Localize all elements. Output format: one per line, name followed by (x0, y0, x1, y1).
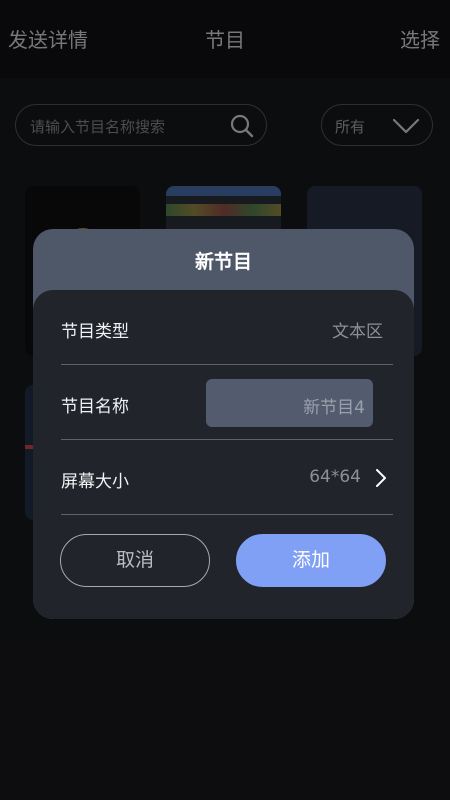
dialog-body: 节目类型 文本区 节目名称 新节目4 屏幕大小 64*64 取消 添加 (33, 290, 414, 619)
screen-size-label: 屏幕大小 (61, 472, 129, 492)
add-button[interactable]: 添加 (236, 534, 386, 587)
program-name-label: 节目名称 (61, 397, 129, 417)
program-name-input[interactable]: 新节目4 (206, 379, 373, 427)
divider (61, 514, 393, 515)
new-program-dialog: 新节目 节目类型 文本区 节目名称 新节目4 屏幕大小 64*64 取消 添加 (33, 229, 414, 619)
screen-size-row[interactable]: 屏幕大小 64*64 (61, 440, 393, 515)
program-type-label: 节目类型 (61, 322, 129, 342)
screen-size-value: 64*64 (309, 467, 361, 487)
program-name-value: 新节目4 (303, 398, 365, 418)
program-type-row[interactable]: 节目类型 文本区 (61, 290, 393, 365)
chevron-right-icon (376, 469, 386, 487)
cancel-button[interactable]: 取消 (60, 534, 210, 587)
program-type-value: 文本区 (332, 322, 383, 342)
screen: 发送详情 节目 选择 请输入节目名称搜索 所有 新节目 节目类型 文本区 节目名… (0, 0, 450, 800)
program-name-row: 节目名称 新节目4 (61, 365, 393, 440)
dialog-title: 新节目 (194, 251, 252, 273)
